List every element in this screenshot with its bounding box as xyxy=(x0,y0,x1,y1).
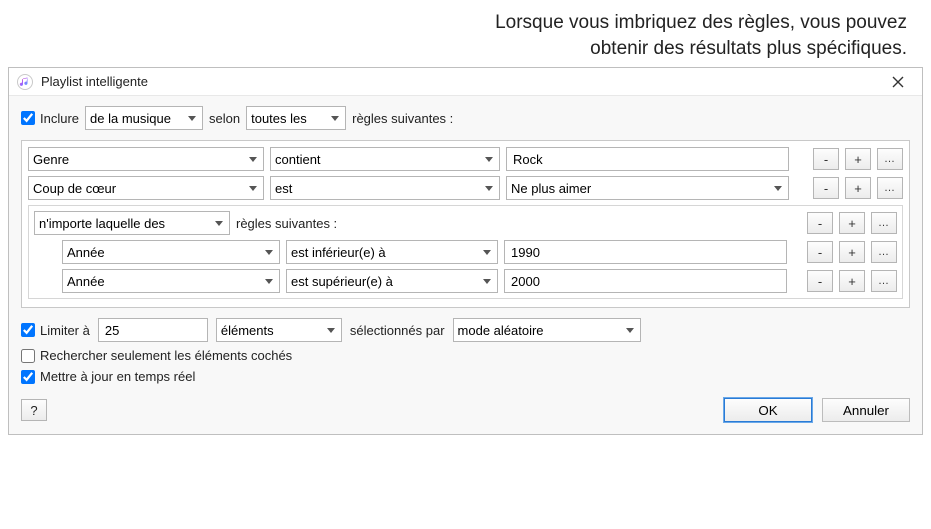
rule-op-select[interactable]: est inférieur(e) à xyxy=(286,240,498,264)
nest-rule-button[interactable]: … xyxy=(877,148,903,170)
dialog-title: Playlist intelligente xyxy=(41,74,882,89)
limit-checkbox[interactable]: Limiter à xyxy=(21,323,90,338)
itunes-icon xyxy=(17,74,33,90)
add-rule-button[interactable]: + xyxy=(845,177,871,199)
close-button[interactable] xyxy=(882,70,914,94)
remove-rule-button[interactable]: - xyxy=(813,148,839,170)
smart-playlist-dialog: Playlist intelligente Inclure de la musi… xyxy=(8,67,923,435)
rules-container: Genre contient - + … Coup de cœur est xyxy=(21,140,910,308)
add-rule-button[interactable]: + xyxy=(839,212,865,234)
help-button[interactable]: ? xyxy=(21,399,47,421)
nested-rule-group: n'importe laquelle des règles suivantes … xyxy=(28,205,903,299)
limit-label: Limiter à xyxy=(40,323,90,338)
rule-op-select[interactable]: est supérieur(e) à xyxy=(286,269,498,293)
selon-label: selon xyxy=(209,111,240,126)
include-label: Inclure xyxy=(40,111,79,126)
checked-only-checkbox[interactable]: Rechercher seulement les éléments cochés xyxy=(21,348,292,363)
live-update-checkbox[interactable]: Mettre à jour en temps réel xyxy=(21,369,195,384)
add-rule-button[interactable]: + xyxy=(845,148,871,170)
include-source-select[interactable]: de la musique xyxy=(85,106,203,130)
include-checkbox[interactable]: Inclure xyxy=(21,111,79,126)
rule-value-input[interactable] xyxy=(504,240,787,264)
limit-unit-select[interactable]: éléments xyxy=(216,318,342,342)
remove-rule-button[interactable]: - xyxy=(813,177,839,199)
close-icon xyxy=(892,76,904,88)
include-tail: règles suivantes : xyxy=(352,111,453,126)
nested-match-select[interactable]: n'importe laquelle des xyxy=(34,211,230,235)
nest-rule-button[interactable]: … xyxy=(871,212,897,234)
nested-rule-row: Année est supérieur(e) à - + … xyxy=(34,269,897,293)
include-match-select[interactable]: toutes les xyxy=(246,106,346,130)
nested-tail: règles suivantes : xyxy=(236,216,337,231)
rule-value-select[interactable]: Ne plus aimer xyxy=(506,176,789,200)
limit-count-input[interactable] xyxy=(98,318,208,342)
rule-value-input[interactable] xyxy=(504,269,787,293)
cancel-button[interactable]: Annuler xyxy=(822,398,910,422)
rule-row: Genre contient - + … xyxy=(28,147,903,171)
rule-op-select[interactable]: contient xyxy=(270,147,500,171)
live-update-label: Mettre à jour en temps réel xyxy=(40,369,195,384)
nested-rule-row: Année est inférieur(e) à - + … xyxy=(34,240,897,264)
rule-attr-select[interactable]: Année xyxy=(62,269,280,293)
rule-attr-select[interactable]: Genre xyxy=(28,147,264,171)
rule-row: Coup de cœur est Ne plus aimer - + … xyxy=(28,176,903,200)
titlebar: Playlist intelligente xyxy=(9,68,922,96)
checked-only-label: Rechercher seulement les éléments cochés xyxy=(40,348,292,363)
ok-button[interactable]: OK xyxy=(724,398,812,422)
caption-line2: obtenir des résultats plus spécifiques. xyxy=(590,38,907,59)
add-rule-button[interactable]: + xyxy=(839,270,865,292)
add-rule-button[interactable]: + xyxy=(839,241,865,263)
caption-line1: Lorsque vous imbriquez des règles, vous … xyxy=(495,12,907,33)
rule-op-select[interactable]: est xyxy=(270,176,500,200)
rule-attr-select[interactable]: Coup de cœur xyxy=(28,176,264,200)
remove-rule-button[interactable]: - xyxy=(807,270,833,292)
rule-attr-select[interactable]: Année xyxy=(62,240,280,264)
limit-by-label: sélectionnés par xyxy=(350,323,445,338)
nest-rule-button[interactable]: … xyxy=(877,177,903,199)
limit-by-select[interactable]: mode aléatoire xyxy=(453,318,641,342)
nest-rule-button[interactable]: … xyxy=(871,241,897,263)
remove-rule-button[interactable]: - xyxy=(807,212,833,234)
rule-value-input[interactable] xyxy=(506,147,789,171)
remove-rule-button[interactable]: - xyxy=(807,241,833,263)
nest-rule-button[interactable]: … xyxy=(871,270,897,292)
